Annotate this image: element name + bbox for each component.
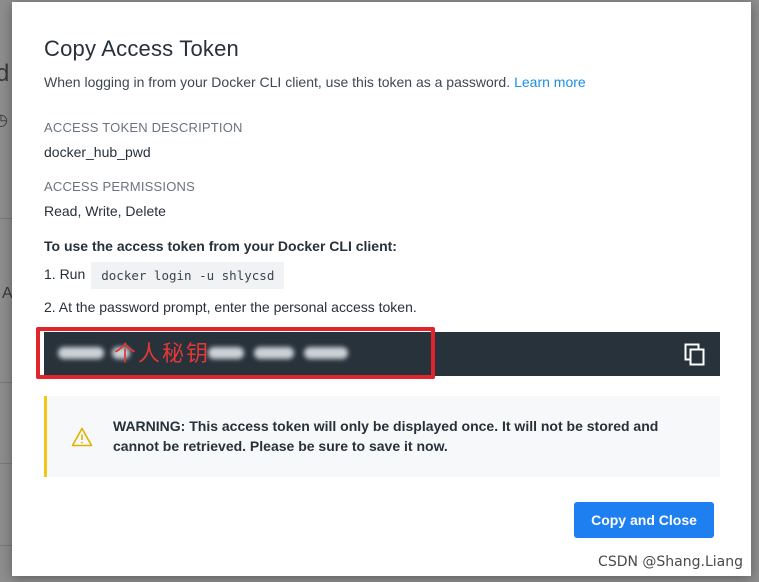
step-2: 2. At the password prompt, enter the per… <box>44 299 417 315</box>
watermark: CSDN @Shang.Liang <box>598 554 743 570</box>
subtitle-text: When logging in from your Docker CLI cli… <box>44 74 511 90</box>
login-command[interactable]: docker login -u shlycsd <box>91 262 285 289</box>
modal-subtitle: When logging in from your Docker CLI cli… <box>44 74 586 90</box>
background-text-fragment: d <box>0 60 10 87</box>
learn-more-link[interactable]: Learn more <box>514 74 586 90</box>
modal-title: Copy Access Token <box>44 36 239 61</box>
permissions-label: ACCESS PERMISSIONS <box>44 179 195 194</box>
clock-icon: ◷ <box>0 112 8 129</box>
warning-banner: WARNING: This access token will only be … <box>44 396 720 477</box>
permissions-value: Read, Write, Delete <box>44 203 166 219</box>
step-1-prefix: 1. Run <box>44 266 86 283</box>
warning-text: WARNING: This access token will only be … <box>113 418 659 454</box>
instructions-heading: To use the access token from your Docker… <box>44 238 397 254</box>
description-label: ACCESS TOKEN DESCRIPTION <box>44 120 243 135</box>
background-divider <box>0 382 12 383</box>
warning-icon <box>71 427 93 447</box>
description-value: docker_hub_pwd <box>44 144 151 160</box>
step-1: 1. Run docker login -u shlycsd <box>44 262 285 289</box>
copy-and-close-button[interactable]: Copy and Close <box>574 502 714 538</box>
copy-icon[interactable] <box>684 343 706 367</box>
background-divider <box>0 545 12 546</box>
background-divider <box>0 218 12 219</box>
copy-token-modal: Copy Access Token When logging in from y… <box>12 2 751 576</box>
annotation-highlight-box <box>36 327 435 379</box>
background-divider <box>0 463 12 464</box>
